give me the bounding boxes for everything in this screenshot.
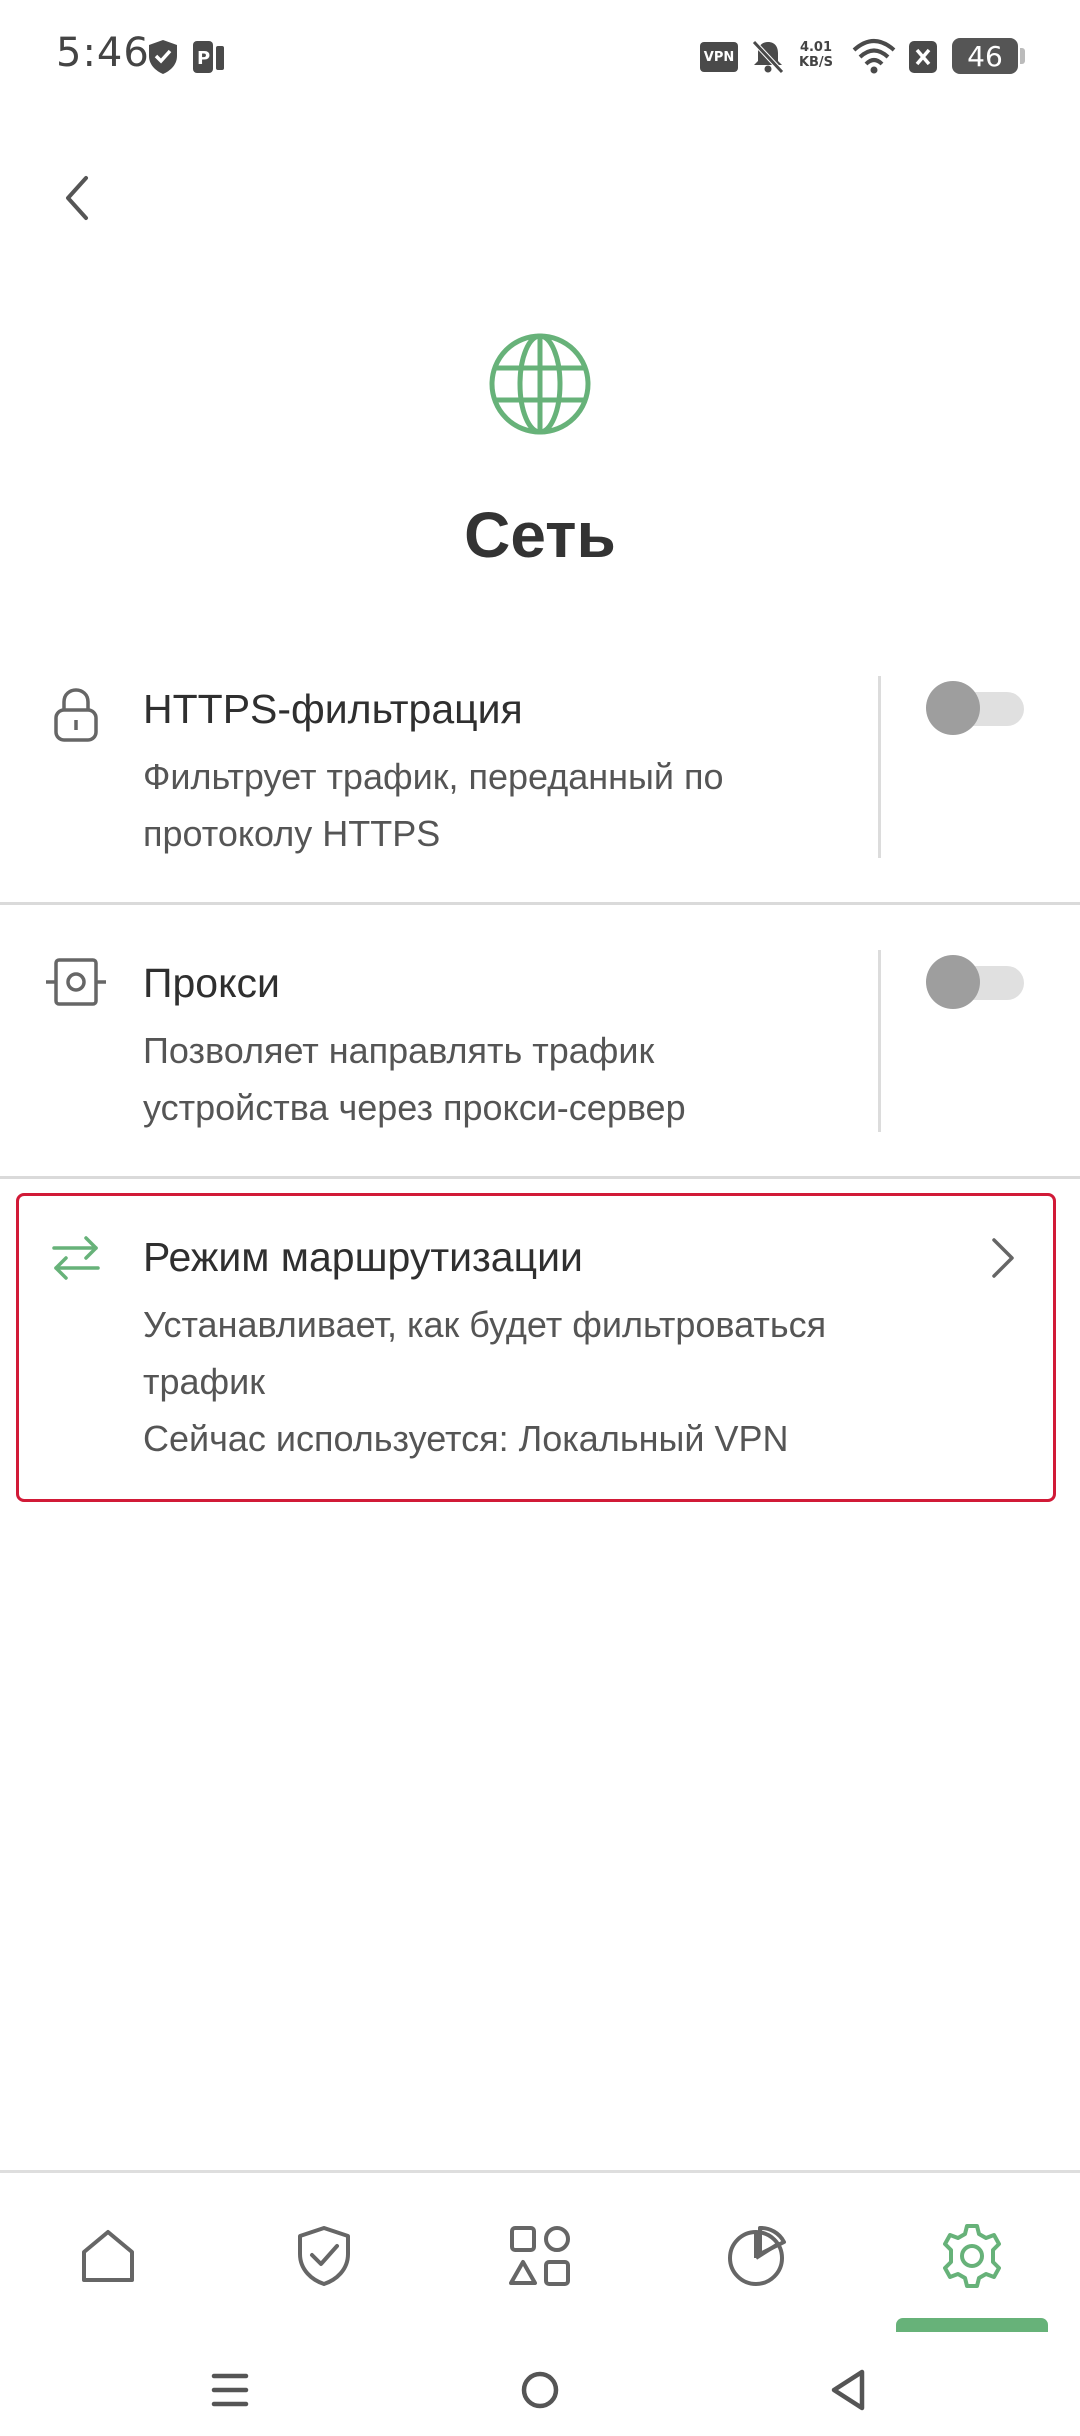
vpn-badge: VPN: [700, 42, 738, 72]
routing-mode-desc-line1: Устанавливает, как будет фильтроваться: [143, 1304, 827, 1345]
home-icon[interactable]: [72, 2220, 144, 2292]
https-filtering-toggle-thumb: [926, 681, 980, 735]
routing-mode-desc-line2: трафик: [143, 1361, 266, 1402]
recent-apps-icon[interactable]: [200, 2360, 260, 2420]
shield-check-icon[interactable]: [288, 2220, 360, 2292]
network-speed-value: 4.01: [799, 40, 833, 55]
svg-text:P: P: [197, 48, 210, 69]
routing-mode-current: Сейчас используется: Локальный VPN: [143, 1418, 789, 1459]
bottom-nav: [0, 2220, 1080, 2330]
proxy-divider: [878, 950, 881, 1132]
https-filtering-desc-line2: протоколу HTTPS: [143, 813, 441, 854]
gear-icon[interactable]: [936, 2220, 1008, 2292]
routing-mode-title: Режим маршрутизации: [143, 1234, 583, 1280]
proxy-desc-line2: устройства через прокси-сервер: [143, 1087, 686, 1128]
https-filtering-divider: [878, 676, 881, 858]
back-triangle-icon[interactable]: [820, 2360, 880, 2420]
https-filtering-title: HTTPS-фильтрация: [143, 686, 523, 732]
routing-mode-desc: Устанавливает, как будет фильтроваться т…: [143, 1296, 943, 1467]
lock-icon: [54, 688, 98, 742]
status-bar: 5:46 P VPN 4.01 KB/S 46: [0, 0, 1080, 120]
status-time: 5:46: [56, 30, 150, 76]
chevron-right-icon: [992, 1238, 1014, 1278]
back-button[interactable]: [56, 170, 100, 226]
sim-off-icon: [909, 41, 937, 73]
proxy-icon: [46, 958, 106, 1006]
wifi-icon: [852, 39, 896, 74]
bottom-nav-divider: [0, 2170, 1080, 2173]
active-tab-indicator: [896, 2318, 1048, 2332]
network-speed: 4.01 KB/S: [796, 40, 836, 82]
page-title: Сеть: [464, 499, 616, 571]
globe-icon: [489, 333, 591, 435]
home-circle-icon[interactable]: [510, 2360, 570, 2420]
proxy-desc-line1: Позволяет направлять трафик: [143, 1030, 655, 1071]
proxy-title: Прокси: [143, 960, 280, 1006]
apps-icon[interactable]: [504, 2220, 576, 2292]
swap-arrows-icon: [52, 1236, 100, 1280]
battery-tip: [1020, 48, 1025, 64]
parking-status-icon: P: [193, 41, 224, 73]
row-divider: [0, 902, 1080, 905]
proxy-toggle[interactable]: [926, 950, 1026, 1009]
proxy-toggle-thumb: [926, 955, 980, 1009]
system-navigation-bar: [0, 2340, 1080, 2436]
row-divider: [0, 1176, 1080, 1179]
https-filtering-desc: Фильтрует трафик, переданный по протокол…: [143, 748, 863, 862]
bell-muted-icon: [752, 40, 784, 74]
https-filtering-desc-line1: Фильтрует трафик, переданный по: [143, 756, 724, 797]
network-speed-unit: KB/S: [798, 55, 834, 70]
https-filtering-toggle[interactable]: [926, 676, 1026, 735]
battery-indicator: 46: [952, 38, 1018, 74]
stats-pie-icon[interactable]: [720, 2220, 792, 2292]
shield-status-icon: [149, 40, 177, 74]
proxy-desc: Позволяет направлять трафик устройства ч…: [143, 1022, 863, 1136]
